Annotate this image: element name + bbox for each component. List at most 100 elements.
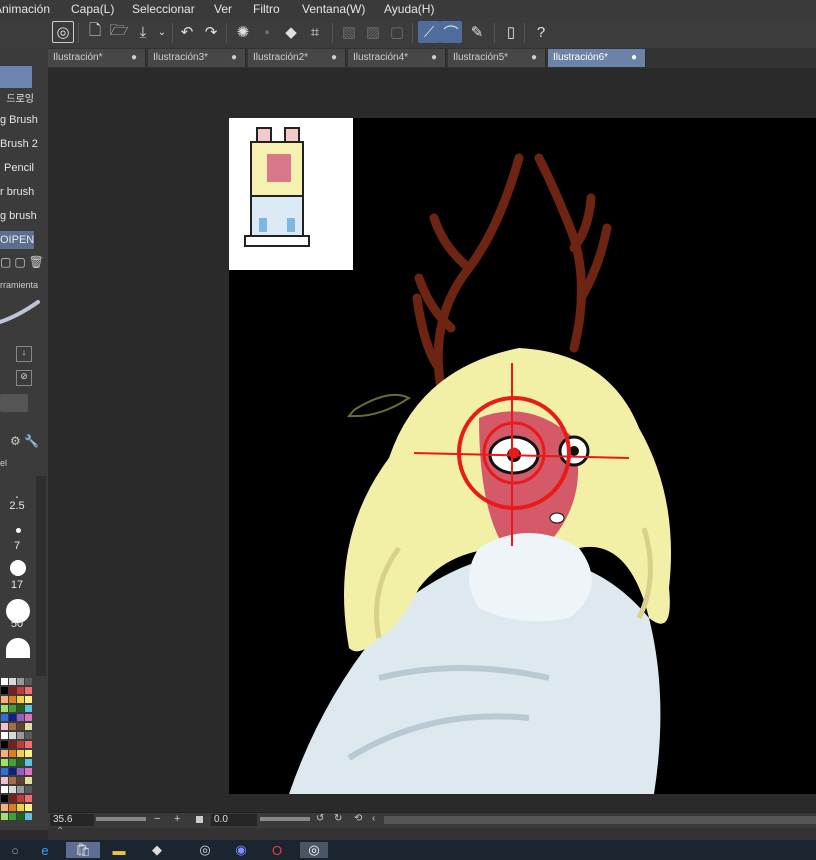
brush-size-dot[interactable]	[10, 560, 26, 576]
clear-icon[interactable]: ▪	[256, 21, 278, 43]
color-swatch[interactable]	[1, 678, 8, 685]
search-icon[interactable]: ○	[6, 842, 24, 858]
color-swatch[interactable]	[25, 741, 32, 748]
file-explorer-icon[interactable]: ▬	[110, 842, 128, 858]
color-swatch[interactable]	[1, 759, 8, 766]
color-swatch[interactable]	[1, 705, 8, 712]
color-swatch[interactable]	[25, 678, 32, 685]
flip-icon[interactable]: ‹	[372, 813, 375, 824]
color-swatch[interactable]	[25, 696, 32, 703]
roblox-icon[interactable]: ◆	[148, 842, 166, 858]
color-swatch[interactable]	[25, 804, 32, 811]
color-swatch[interactable]	[9, 696, 16, 703]
ruler-snap-icon[interactable]: ⌒	[440, 21, 462, 43]
loading-icon[interactable]: ✺	[232, 21, 254, 43]
transform-icon[interactable]: ⌗	[304, 21, 326, 43]
zoom-slider[interactable]	[96, 817, 146, 821]
device-icon[interactable]: ▯	[500, 21, 522, 43]
selection-invert-icon[interactable]: ▧	[338, 21, 360, 43]
tool-selected-highlight[interactable]	[0, 66, 32, 88]
zoom-in-icon[interactable]: +	[174, 813, 180, 825]
color-swatch[interactable]	[25, 687, 32, 694]
menu-select[interactable]: Seleccionar	[132, 2, 195, 16]
tab-illustration4[interactable]: Ilustración4* ●	[348, 49, 446, 67]
color-swatch[interactable]	[1, 768, 8, 775]
brush-size-value[interactable]: 17	[0, 579, 34, 591]
brush-size-value[interactable]: 2.5	[0, 500, 34, 512]
color-swatch[interactable]	[9, 759, 16, 766]
zoom-field[interactable]: 35.6	[50, 814, 94, 826]
color-swatch[interactable]	[9, 786, 16, 793]
color-swatch[interactable]	[25, 714, 32, 721]
color-swatch[interactable]	[1, 741, 8, 748]
color-swatch[interactable]	[1, 723, 8, 730]
color-swatch[interactable]	[17, 732, 24, 739]
color-swatch[interactable]	[17, 750, 24, 757]
settings-icon[interactable]: ⚙ 🔧	[10, 434, 39, 448]
color-swatch[interactable]	[25, 795, 32, 802]
color-swatch[interactable]	[17, 813, 24, 820]
color-swatch[interactable]	[17, 705, 24, 712]
brush-item[interactable]: Pencil	[0, 162, 34, 174]
tab-illustration6[interactable]: Ilustración6* ●	[548, 49, 646, 67]
menu-help[interactable]: Ayuda(H)	[384, 2, 434, 16]
brush-tip-selector[interactable]	[0, 394, 28, 412]
menu-window[interactable]: Ventana(W)	[302, 2, 365, 16]
pen-settings-icon[interactable]: ✎	[466, 21, 488, 43]
color-swatch[interactable]	[1, 714, 8, 721]
zoom-out-icon[interactable]: −	[154, 813, 160, 825]
chevron-down-icon[interactable]: ⌄	[151, 21, 173, 43]
color-swatch[interactable]	[17, 678, 24, 685]
arrow-down-icon[interactable]: ↓	[16, 346, 32, 362]
color-swatch[interactable]	[25, 732, 32, 739]
color-swatch[interactable]	[9, 813, 16, 820]
clip-studio-active-icon[interactable]: ◎	[300, 842, 328, 858]
color-swatch[interactable]	[1, 813, 8, 820]
selection-border-icon[interactable]: ▢	[386, 21, 408, 43]
store-icon[interactable]: 🛍	[66, 842, 100, 858]
color-swatch[interactable]	[9, 705, 16, 712]
scrollbar[interactable]	[36, 476, 46, 676]
color-swatch[interactable]	[17, 795, 24, 802]
open-folder-icon[interactable]: 🗁	[108, 21, 130, 43]
opera-icon[interactable]: O	[268, 842, 286, 858]
color-swatch[interactable]	[17, 777, 24, 784]
menu-filter[interactable]: Filtro	[253, 2, 280, 16]
color-swatch[interactable]	[17, 723, 24, 730]
color-swatch[interactable]	[9, 741, 16, 748]
brush-item[interactable]: g brush	[0, 210, 37, 222]
color-swatch[interactable]	[25, 723, 32, 730]
color-swatch[interactable]	[9, 768, 16, 775]
brush-size-value[interactable]: 50	[0, 618, 34, 630]
color-swatch[interactable]	[9, 777, 16, 784]
menu-layer[interactable]: Capa(L)	[71, 2, 114, 16]
brush-actions[interactable]: ▢▢🗑	[0, 255, 48, 269]
color-swatch[interactable]	[1, 750, 8, 757]
color-palette[interactable]	[0, 678, 34, 828]
color-swatch[interactable]	[25, 768, 32, 775]
selection-deselect-icon[interactable]: ▨	[362, 21, 384, 43]
clip-studio-icon[interactable]: ◎	[52, 21, 74, 43]
color-swatch[interactable]	[9, 795, 16, 802]
color-swatch[interactable]	[9, 732, 16, 739]
fill-icon[interactable]: ◆	[280, 21, 302, 43]
brush-item[interactable]: g Brush	[0, 114, 38, 126]
color-swatch[interactable]	[1, 795, 8, 802]
tab-illustration2[interactable]: Ilustración2* ●	[248, 49, 346, 67]
undo-icon[interactable]: ↶	[176, 21, 198, 43]
color-swatch[interactable]	[17, 759, 24, 766]
color-swatch[interactable]	[17, 687, 24, 694]
redo-icon[interactable]: ↷	[200, 21, 222, 43]
angle-slider[interactable]	[260, 817, 310, 821]
brush-item[interactable]: Brush 2	[0, 138, 38, 150]
new-file-icon[interactable]: 🗋	[84, 21, 106, 43]
color-swatch[interactable]	[17, 696, 24, 703]
tab-illustration[interactable]: Ilustración* ●	[48, 49, 146, 67]
brush-item[interactable]: r brush	[0, 186, 34, 198]
color-swatch[interactable]	[9, 678, 16, 685]
color-swatch[interactable]	[9, 804, 16, 811]
collapse-icon[interactable]: ⌃	[56, 826, 64, 837]
color-swatch[interactable]	[1, 687, 8, 694]
color-swatch[interactable]	[17, 804, 24, 811]
color-swatch[interactable]	[9, 750, 16, 757]
